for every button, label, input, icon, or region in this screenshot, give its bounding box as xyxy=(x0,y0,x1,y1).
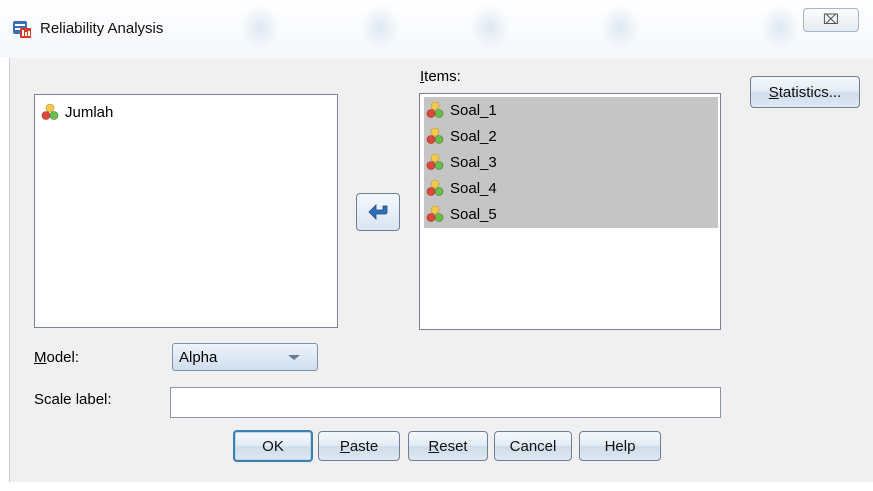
chevron-down-icon xyxy=(288,355,300,360)
model-label-text: odel: xyxy=(46,349,80,366)
window-bottom-edge xyxy=(0,482,873,491)
scale-variable-icon xyxy=(426,179,444,196)
scale-variable-icon xyxy=(426,153,444,170)
paste-button[interactable]: Paste xyxy=(318,431,400,461)
items-variable-list[interactable]: Soal_1 Soal_2 Soal_3 Soal_4 Soal_5 xyxy=(419,93,721,330)
list-item[interactable]: Soal_1 xyxy=(420,97,497,123)
model-label-mnemonic: M xyxy=(34,349,47,366)
scale-label-label: Scale label: xyxy=(34,391,112,408)
list-item[interactable]: Jumlah xyxy=(35,99,113,125)
reset-button[interactable]: Reset xyxy=(408,431,488,461)
cancel-button[interactable]: Cancel xyxy=(494,431,572,461)
items-label: Items: xyxy=(420,68,461,85)
title-bar: Reliability Analysis ⌧ xyxy=(0,0,873,58)
list-item[interactable]: Soal_4 xyxy=(420,175,497,201)
scale-variable-icon xyxy=(41,103,59,120)
reset-mnemonic: R xyxy=(428,437,440,455)
titlebar-decoration xyxy=(600,4,640,50)
scale-label-input[interactable] xyxy=(170,387,721,418)
titlebar-decoration xyxy=(240,4,280,50)
model-dropdown-value: Alpha xyxy=(179,349,218,366)
list-item[interactable]: Soal_3 xyxy=(420,149,497,175)
source-variable-list[interactable]: Jumlah xyxy=(34,94,338,328)
variable-name: Jumlah xyxy=(65,103,114,121)
statistics-label: tatistics... xyxy=(778,83,842,101)
variable-name: Soal_5 xyxy=(450,205,497,223)
reliability-app-icon xyxy=(13,21,31,38)
help-button[interactable]: Help xyxy=(579,431,661,461)
window-title: Reliability Analysis xyxy=(40,20,164,37)
variable-name: Soal_1 xyxy=(450,101,497,119)
variable-name: Soal_4 xyxy=(450,179,497,197)
close-button[interactable]: ⌧ xyxy=(803,8,859,32)
list-item[interactable]: Soal_2 xyxy=(420,123,497,149)
variable-name: Soal_2 xyxy=(450,127,497,145)
variable-name: Soal_3 xyxy=(450,153,497,171)
titlebar-decoration xyxy=(360,4,400,50)
items-label-text: tems: xyxy=(424,68,461,85)
scale-variable-icon xyxy=(426,101,444,118)
reset-label: eset xyxy=(439,437,468,455)
model-label: Model: xyxy=(34,349,79,366)
titlebar-decoration xyxy=(470,4,510,50)
move-variable-button[interactable] xyxy=(356,193,400,231)
statistics-button[interactable]: Statistics... xyxy=(750,76,860,108)
titlebar-decoration xyxy=(760,4,800,50)
paste-mnemonic: P xyxy=(339,437,350,455)
arrow-left-icon xyxy=(368,204,388,220)
statistics-mnemonic: S xyxy=(768,83,779,101)
scale-variable-icon xyxy=(426,127,444,144)
scale-variable-icon xyxy=(426,205,444,222)
paste-label: aste xyxy=(349,437,379,455)
close-icon: ⌧ xyxy=(822,12,840,28)
list-item[interactable]: Soal_5 xyxy=(420,201,497,227)
ok-button[interactable]: OK xyxy=(233,430,313,462)
model-dropdown[interactable]: Alpha xyxy=(172,343,318,371)
